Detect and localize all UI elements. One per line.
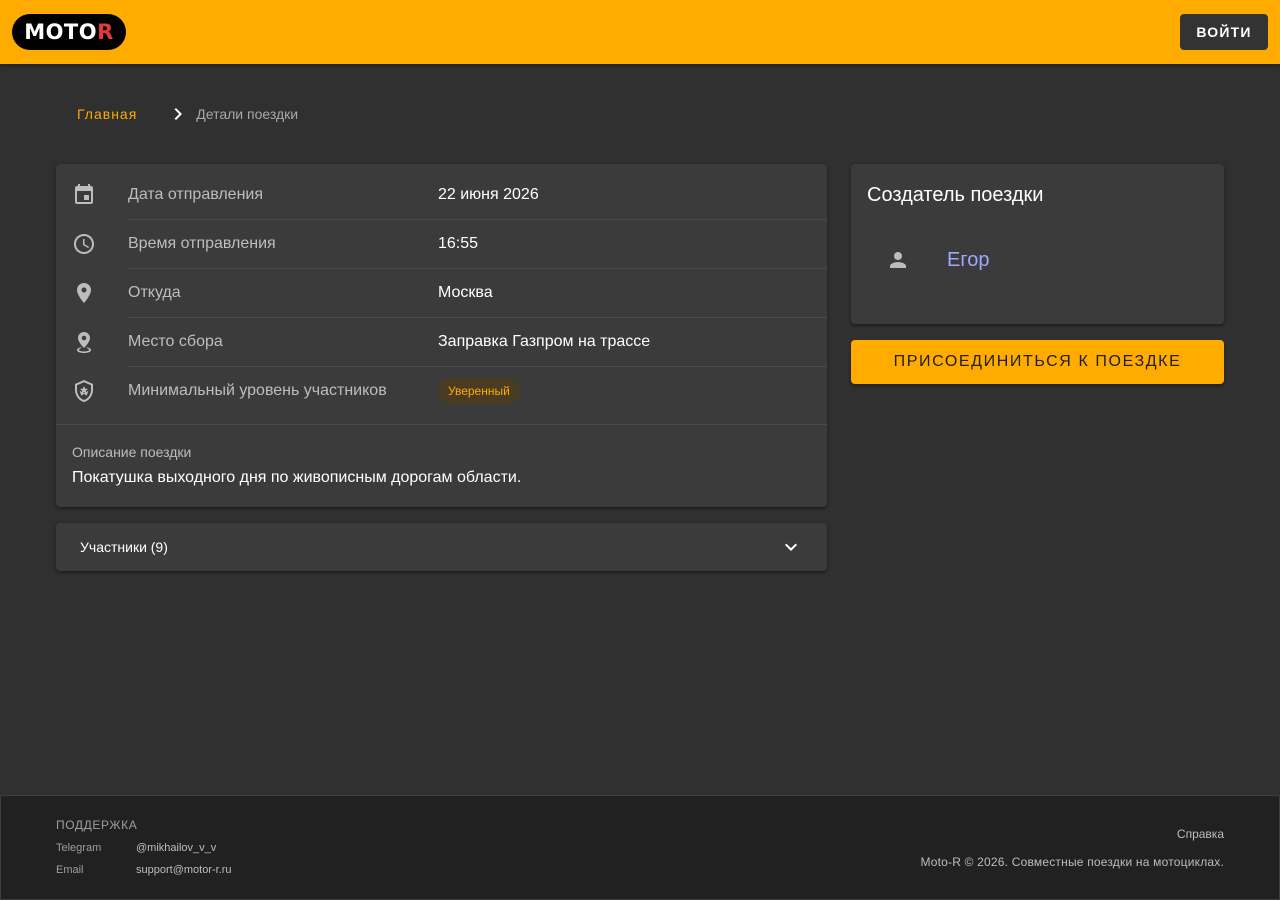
person-icon [886,248,910,272]
footer: Поддержка Telegram @mikhailov_v_v Email … [0,795,1280,900]
detail-label: Дата отправления [128,186,264,203]
login-button[interactable]: Войти [1180,14,1268,50]
creator-item[interactable]: Егор [851,236,1224,284]
help-link[interactable]: Справка [1177,827,1224,841]
breadcrumb-current: Детали поездки [196,106,299,122]
detail-row-departure-date: Дата отправления 22 июня 2026 [56,171,827,220]
detail-label: Время отправления [128,235,276,252]
location-pin-icon [72,281,96,305]
top-app-bar: MOTO R Войти [0,0,1280,64]
participants-title: Участники (9) [80,539,168,555]
contact-key: Telegram [56,842,102,854]
logo-accent-text: R [97,20,114,44]
level-badge: Уверенный [438,378,520,404]
calendar-icon [72,183,96,207]
detail-row-departure-time: Время отправления 16:55 [56,220,827,269]
chevron-down-icon[interactable] [779,535,803,559]
detail-row-min-level: Минимальный уровень участников Уверенный [56,367,827,416]
creator-card: Создатель поездки Егор [851,164,1224,324]
description-text: Покатушка выходного дня по живописным до… [72,469,522,486]
detail-label: Откуда [128,284,181,301]
meeting-point-icon [72,330,96,354]
breadcrumb: Главная Детали поездки [56,96,298,132]
logo-text: MOTO [24,20,98,44]
detail-value: 16:55 [438,235,479,252]
creator-title: Создатель поездки [867,184,1044,206]
detail-row-origin: Откуда Москва [56,269,827,318]
email-link[interactable]: support@motor-r.ru [136,864,232,876]
section-divider [56,424,827,425]
contact-key: Email [56,864,84,876]
detail-label: Место сбора [128,333,223,350]
join-ride-button[interactable]: Присоединиться к поездке [851,340,1224,384]
participants-expansion-panel[interactable]: Участники (9) [56,523,827,571]
detail-row-meeting-point: Место сбора Заправка Газпром на трассе [56,318,827,367]
creator-name-link[interactable]: Егор [947,236,989,284]
detail-value: Москва [438,284,493,301]
moto-r-logo[interactable]: MOTO R [12,14,126,50]
description-label: Описание поездки [72,444,192,460]
detail-value: Заправка Газпром на трассе [438,333,651,350]
support-heading: Поддержка [56,818,138,832]
shield-star-icon [72,379,96,403]
breadcrumb-home-link[interactable]: Главная [56,96,158,132]
copyright-text: Moto-R © 2026. Совместные поездки на мот… [920,855,1224,869]
ride-details-card: Дата отправления 22 июня 2026 Время отпр… [56,164,827,507]
detail-value: 22 июня 2026 [438,186,539,203]
telegram-link[interactable]: @mikhailov_v_v [136,842,216,854]
clock-icon [72,232,96,256]
chevron-right-icon [166,102,190,126]
detail-label: Минимальный уровень участников [128,382,387,399]
